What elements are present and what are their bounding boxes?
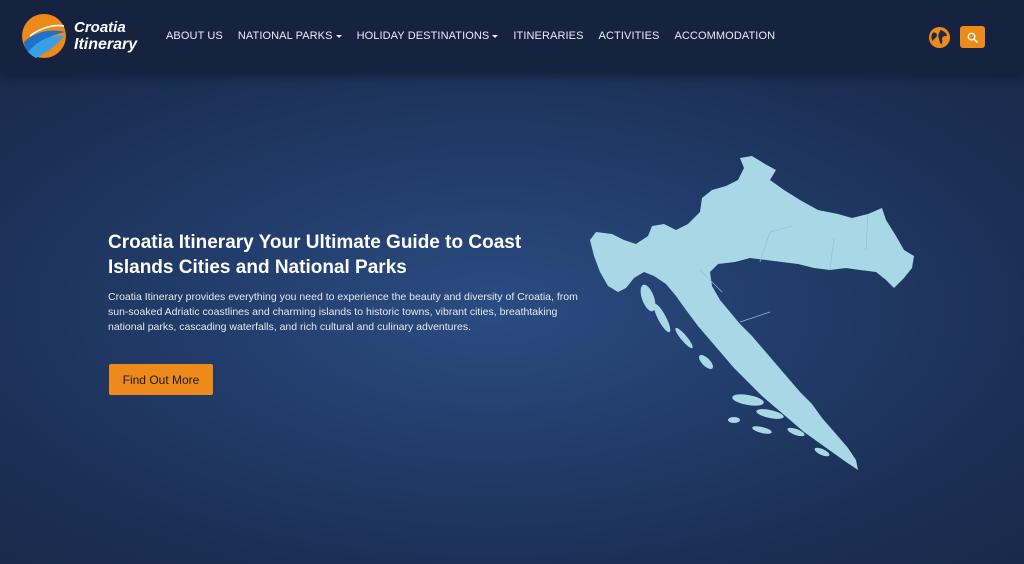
find-out-more-button[interactable]: Find Out More (109, 364, 213, 395)
hero-description: Croatia Itinerary provides everything yo… (108, 291, 578, 333)
nav-national-parks[interactable]: NATIONAL PARKS (238, 30, 342, 42)
nav-label: ABOUT US (166, 30, 223, 42)
nav-label: NATIONAL PARKS (237, 30, 333, 42)
nav-label: ACTIVITIES (598, 30, 660, 42)
search-icon (967, 32, 978, 43)
nav-label: ITINERARIES (513, 30, 584, 42)
nav-about-us[interactable]: ABOUT US (166, 30, 223, 42)
nav-label: ACCOMMODATION (674, 30, 776, 42)
logo-line-2: Itinerary (74, 36, 138, 53)
search-button[interactable] (960, 26, 985, 48)
logo-icon (22, 14, 66, 58)
nav-activities[interactable]: ACTIVITIES (599, 30, 660, 42)
nav-holiday-destinations[interactable]: HOLIDAY DESTINATIONS (357, 30, 499, 42)
hero-headline: Croatia Itinerary Your Ultimate Guide to… (108, 232, 522, 278)
site-header: Croatia Itinerary ABOUT US NATIONAL PARK… (0, 0, 1024, 74)
nav-itineraries[interactable]: ITINERARIES (513, 30, 583, 42)
site-logo[interactable]: Croatia Itinerary (20, 12, 137, 60)
caret-down-icon (335, 34, 342, 38)
main-nav: ABOUT US NATIONAL PARKS HOLIDAY DESTINAT… (166, 30, 790, 42)
logo-line-1: Croatia (74, 19, 126, 36)
logo-wordmark: Croatia Itinerary (74, 19, 137, 53)
caret-down-icon (492, 34, 499, 38)
nav-accommodation[interactable]: ACCOMMODATION (674, 30, 775, 42)
nav-label: HOLIDAY DESTINATIONS (356, 30, 490, 42)
croatia-map (590, 156, 914, 470)
globe-icon[interactable] (928, 26, 951, 49)
